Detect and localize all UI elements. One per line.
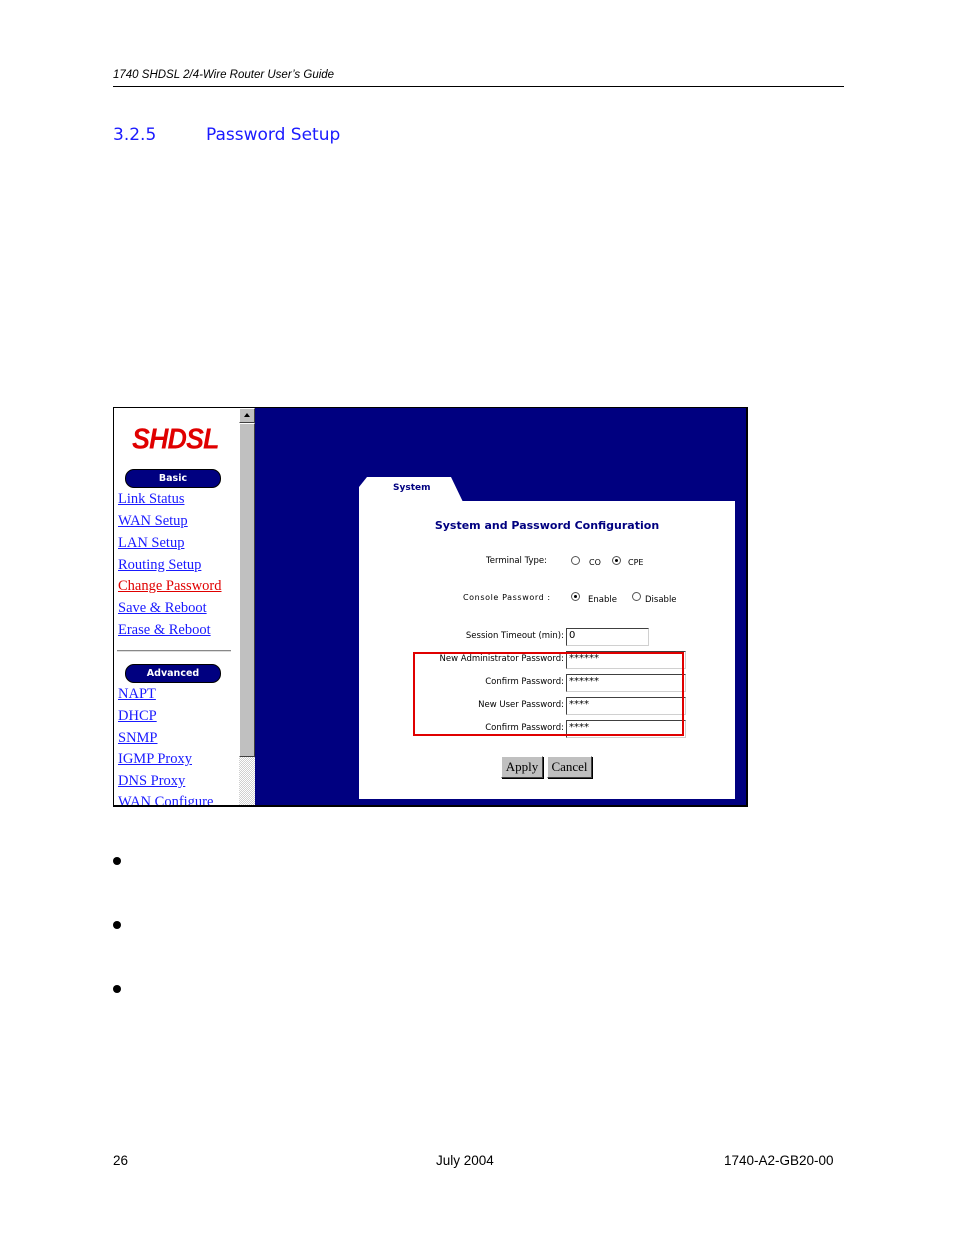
nav-link-routing-setup[interactable]: Routing Setup — [118, 557, 201, 574]
nav-link-dhcp[interactable]: DHCP — [118, 708, 157, 725]
header-rule — [113, 86, 844, 87]
nav-frame: SHDSL Basic Link Status WAN Setup LAN Se… — [114, 408, 239, 805]
console-password-disable-label: Disable — [645, 595, 677, 605]
nav-link-wan-setup[interactable]: WAN Setup — [118, 513, 188, 530]
scrollbar-thumb[interactable] — [239, 423, 255, 757]
section-number: 3.2.5 — [113, 125, 157, 145]
router-screenshot: SHDSL Basic Link Status WAN Setup LAN Se… — [113, 407, 748, 807]
session-timeout-input[interactable]: 0 — [566, 628, 649, 646]
tab-system[interactable]: System — [359, 477, 463, 502]
cancel-button[interactable]: Cancel — [547, 756, 592, 778]
nav-link-erase-reboot[interactable]: Erase & Reboot — [118, 622, 211, 639]
nav-link-igmp-proxy[interactable]: IGMP Proxy — [118, 751, 192, 768]
terminal-type-label: Terminal Type: — [486, 556, 548, 566]
terminal-type-co-radio[interactable] — [571, 556, 580, 565]
console-password-enable-radio[interactable] — [571, 592, 580, 601]
nav-divider — [117, 650, 231, 652]
nav-link-snmp[interactable]: SNMP — [118, 730, 158, 747]
terminal-type-co-label: CO — [589, 558, 601, 567]
apply-button[interactable]: Apply — [501, 756, 543, 778]
nav-link-lan-setup[interactable]: LAN Setup — [118, 535, 184, 552]
advanced-section-header: Advanced — [125, 664, 221, 683]
running-head: 1740 SHDSL 2/4-Wire Router User’s Guide — [113, 69, 335, 81]
terminal-type-cpe-label: CPE — [628, 558, 644, 567]
terminal-type-cpe-radio[interactable] — [612, 556, 621, 565]
section-title: Password Setup — [206, 125, 341, 145]
nav-link-save-reboot[interactable]: Save & Reboot — [118, 600, 207, 617]
nav-link-change-password[interactable]: Change Password — [118, 578, 222, 595]
basic-section-header: Basic — [125, 469, 221, 488]
nav-link-link-status[interactable]: Link Status — [118, 491, 184, 508]
footer-date: July 2004 — [436, 1153, 494, 1168]
console-password-label: Console Password : — [463, 593, 551, 602]
session-timeout-label: Session Timeout (min): — [465, 631, 564, 641]
footer-page-number: 26 — [113, 1153, 129, 1168]
panel-title: System and Password Configuration — [434, 519, 660, 532]
footer-doc-id: 1740-A2-GB20-00 — [724, 1153, 834, 1168]
console-password-disable-radio[interactable] — [632, 592, 641, 601]
nav-scrollbar[interactable] — [239, 408, 255, 805]
scroll-up-arrow-icon[interactable] — [239, 408, 255, 423]
bullet-2 — [113, 921, 121, 929]
bullet-3 — [113, 985, 121, 993]
shdsl-logo: SHDSL — [132, 423, 220, 455]
console-password-enable-label: Enable — [588, 595, 617, 605]
nav-link-napt[interactable]: NAPT — [118, 686, 156, 703]
nav-link-wan-configure[interactable]: WAN Configure — [118, 794, 213, 805]
password-highlight-box — [413, 652, 684, 736]
bullet-1 — [113, 857, 121, 865]
nav-link-dns-proxy[interactable]: DNS Proxy — [118, 773, 185, 790]
scrollbar-track[interactable] — [239, 757, 255, 805]
config-panel: System and Password Configuration Termin… — [359, 501, 735, 799]
tab-system-label: System — [393, 483, 431, 493]
